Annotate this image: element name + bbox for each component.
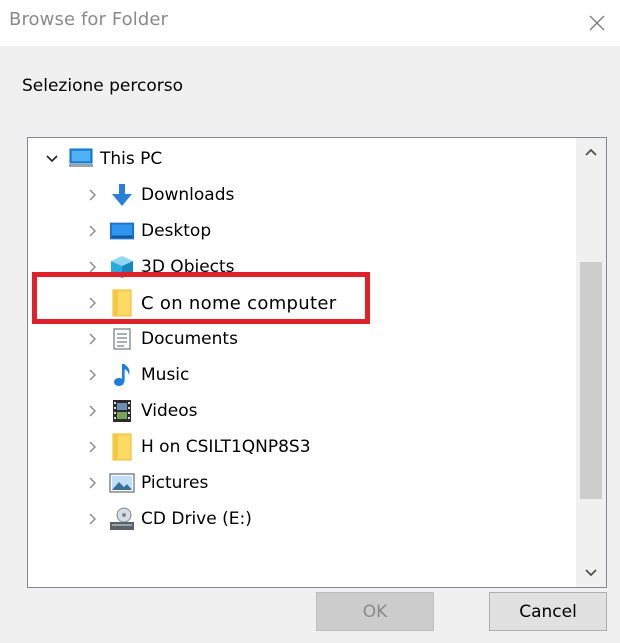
chevron-right-icon[interactable] <box>83 437 103 457</box>
vertical-scrollbar[interactable] <box>576 138 606 587</box>
scroll-thumb[interactable] <box>580 262 602 499</box>
tree-item-3d-objects[interactable]: 3D Objects <box>83 249 235 285</box>
chevron-right-icon[interactable] <box>83 185 103 205</box>
pictures-icon <box>109 470 135 496</box>
desktop-icon <box>109 218 135 244</box>
cancel-button[interactable]: Cancel <box>489 592 607 631</box>
tree-item-label: CD Drive (E:) <box>141 509 252 529</box>
tree-item-pictures[interactable]: Pictures <box>83 465 208 501</box>
downloads-arrow-icon <box>109 182 135 208</box>
chevron-right-icon[interactable] <box>83 293 103 313</box>
tree-item-label: Documents <box>141 329 238 349</box>
tree-item-label: C on nome computer <box>141 292 337 314</box>
tree-item-downloads[interactable]: Downloads <box>83 177 234 213</box>
chevron-up-icon <box>585 148 597 156</box>
tree-item-cd-drive[interactable]: CD Drive (E:) <box>83 501 252 537</box>
scroll-down-button[interactable] <box>576 559 606 587</box>
folder-icon <box>109 289 135 317</box>
documents-icon <box>109 326 135 352</box>
close-icon <box>589 15 605 31</box>
ok-button[interactable]: OK <box>316 592 434 631</box>
folder-icon <box>109 433 135 461</box>
dialog-body: Selezione percorso This PC Downloads Des… <box>0 46 620 643</box>
chevron-right-icon[interactable] <box>83 473 103 493</box>
tree-item-desktop[interactable]: Desktop <box>83 213 211 249</box>
tree-item-label: Downloads <box>141 185 235 205</box>
title-bar: Browse for Folder <box>0 0 620 46</box>
chevron-down-icon <box>585 569 597 577</box>
tree-item-videos[interactable]: Videos <box>83 393 198 429</box>
chevron-down-icon[interactable] <box>42 149 62 169</box>
folder-tree[interactable]: This PC Downloads Desktop 3D Objects C o… <box>27 137 607 588</box>
close-button[interactable] <box>574 0 620 46</box>
chevron-right-icon[interactable] <box>83 401 103 421</box>
chevron-right-icon[interactable] <box>83 257 103 277</box>
3d-objects-icon <box>109 254 135 280</box>
instruction-text: Selezione percorso <box>22 76 183 96</box>
chevron-right-icon[interactable] <box>83 329 103 349</box>
tree-item-music[interactable]: Music <box>83 357 189 393</box>
scroll-up-button[interactable] <box>576 138 606 166</box>
chevron-right-icon[interactable] <box>83 509 103 529</box>
tree-item-label: Videos <box>141 401 198 421</box>
tree-item-documents[interactable]: Documents <box>83 321 238 357</box>
tree-item-c-on-nome-computer[interactable]: C on nome computer <box>83 285 336 321</box>
tree-item-label: 3D Objects <box>141 257 235 277</box>
tree-item-label: Desktop <box>141 221 212 241</box>
cd-drive-icon <box>109 506 135 532</box>
chevron-right-icon[interactable] <box>83 365 103 385</box>
tree-item-this-pc[interactable]: This PC <box>42 141 162 177</box>
videos-icon <box>109 398 135 424</box>
tree-item-h-on-csilt1qnp8s3[interactable]: H on CSILT1QNP8S3 <box>83 429 311 465</box>
computer-icon <box>68 146 94 172</box>
music-note-icon <box>109 362 135 388</box>
tree-item-label: Music <box>141 365 190 385</box>
tree-item-label: This PC <box>100 149 163 169</box>
window-title: Browse for Folder <box>9 9 169 30</box>
tree-item-label: H on CSILT1QNP8S3 <box>141 437 311 457</box>
chevron-right-icon[interactable] <box>83 221 103 241</box>
tree-item-label: Pictures <box>141 473 209 493</box>
